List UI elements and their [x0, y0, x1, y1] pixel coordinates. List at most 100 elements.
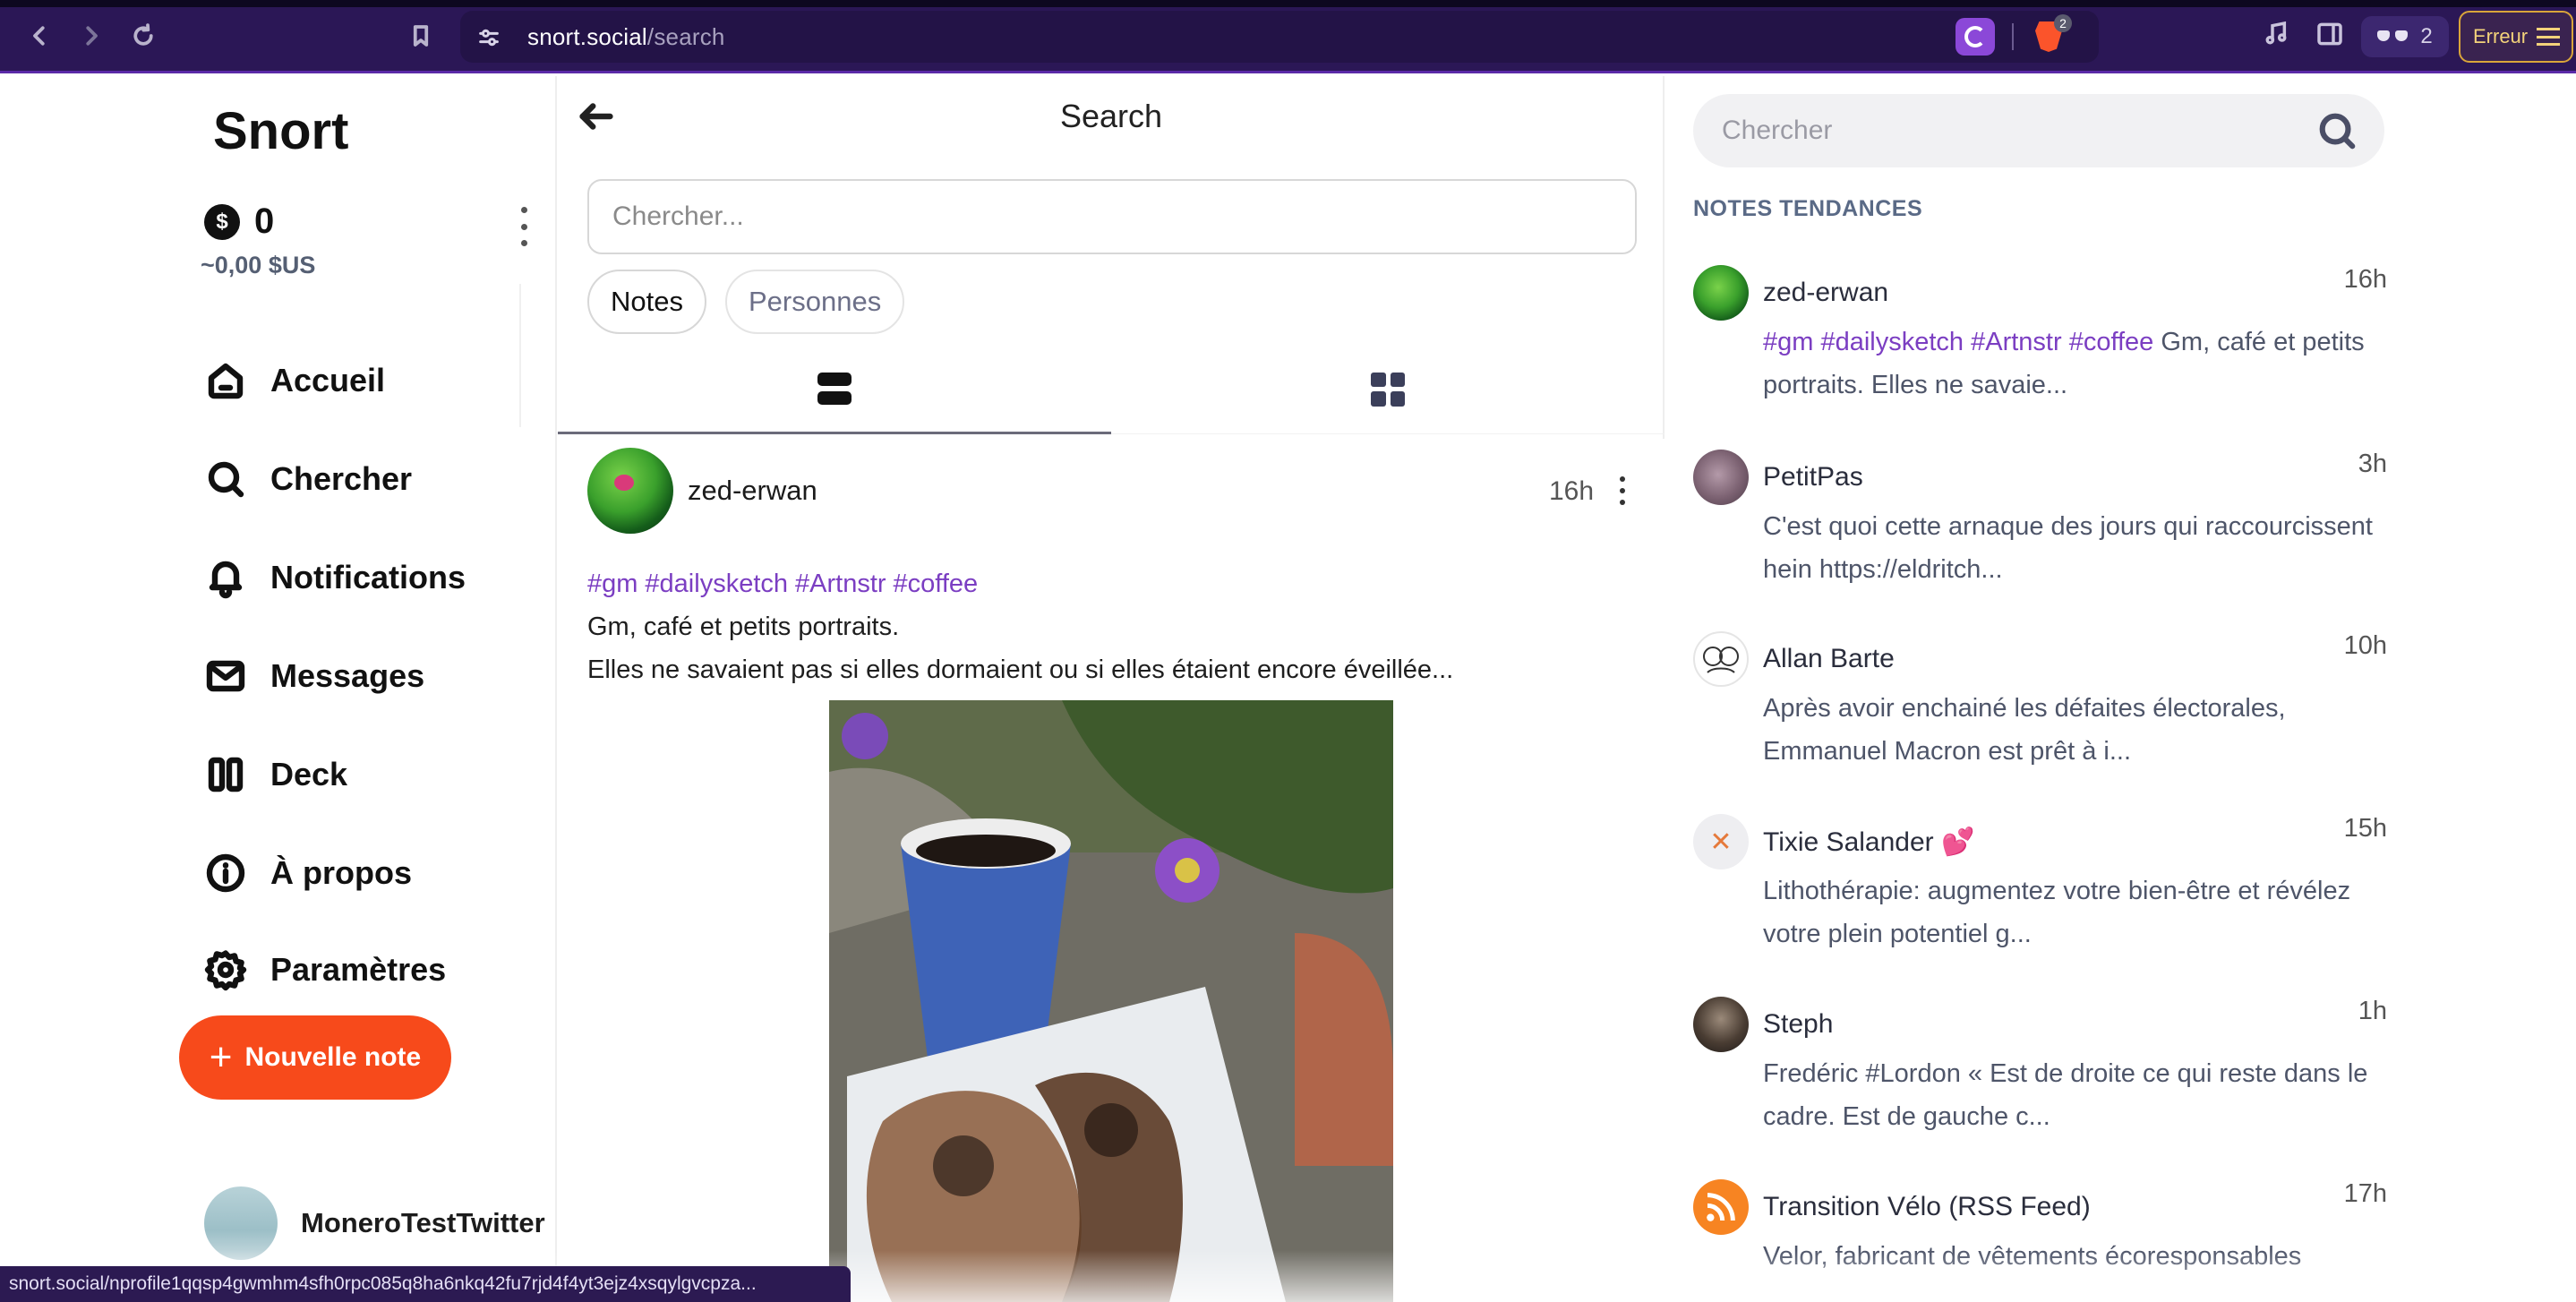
sidebar-item-settings[interactable]: Paramètres [204, 943, 446, 997]
sidebar-item-label: Notifications [270, 559, 466, 595]
post-author-name[interactable]: zed-erwan [688, 475, 817, 507]
link-status-bar: snort.social/nprofile1qqsp4gwmhm4sfh0rpc… [0, 1266, 851, 1302]
hashtag-link[interactable]: #gm #dailysketch #Artnstr #coffee [1763, 328, 2153, 356]
profile-link[interactable]: MoneroTestTwitter [204, 1186, 545, 1260]
trending-time: 10h [2343, 631, 2387, 660]
list-view-icon [817, 372, 852, 405]
hashtag-link[interactable]: #gm [587, 570, 638, 598]
trending-note[interactable]: zed-erwan 16h #gm #dailysketch #Artnstr … [1693, 265, 2387, 426]
sidebar-item-notifications[interactable]: Notifications [204, 551, 466, 604]
trending-time: 3h [2358, 450, 2387, 478]
trending-text: #gm #dailysketch #Artnstr #coffee Gm, ca… [1763, 328, 2365, 399]
sidebar-search-input[interactable] [1693, 94, 2384, 167]
error-menu-button[interactable]: Erreur [2459, 11, 2573, 63]
hamburger-icon [2537, 28, 2561, 46]
trending-author[interactable]: zed-erwan [1763, 278, 1888, 308]
forward-button[interactable] [75, 20, 107, 52]
trending-author[interactable]: Transition Vélo (RSS Feed) [1763, 1192, 2091, 1222]
tor-extension-icon[interactable] [1956, 18, 1995, 56]
trending-note[interactable]: ✕ Tixie Salander 💕 15h Lithothérapie: au… [1693, 814, 2387, 975]
search-icon[interactable] [2316, 110, 2359, 153]
coffee-sketch-photo [829, 700, 1393, 1302]
trending-author[interactable]: Steph [1763, 1009, 1833, 1040]
sidebar-item-about[interactable]: À propos [204, 846, 412, 900]
private-count: 2 [2420, 24, 2433, 48]
wallet-more-button[interactable] [515, 207, 533, 246]
avatar[interactable] [587, 448, 673, 534]
bookmark-icon [413, 25, 429, 47]
balance-amount: 0 [254, 201, 275, 241]
trending-author[interactable]: Allan Barte [1763, 644, 1895, 674]
site-settings-icon[interactable] [476, 25, 501, 55]
search-column: Search Notes Personnes zed-erwan 16h #gm… [558, 76, 1665, 1302]
url-text[interactable]: snort.social/search [527, 23, 725, 51]
close-icon: ✕ [1709, 827, 1733, 857]
address-bar[interactable]: snort.social/search [460, 11, 2099, 63]
sidebar-item-label: Paramètres [270, 951, 447, 988]
avatar[interactable] [1693, 631, 1749, 687]
cartoon-avatar [1703, 647, 1739, 673]
sidebar-item-label: Accueil [270, 362, 386, 398]
sidebar-item-home[interactable]: Accueil [204, 354, 385, 407]
hashtag-link[interactable]: #dailysketch [645, 570, 788, 598]
sidebar-panel-icon [2317, 22, 2342, 46]
post-hashtags: #gm #dailysketch #Artnstr #coffee [587, 562, 1644, 605]
trending-note[interactable]: Steph 1h Fredéric #Lordon « Est de droit… [1693, 997, 2387, 1158]
trending-text: Velor, fabricant de vêtements écorespons… [1763, 1242, 2302, 1271]
avatar[interactable] [1693, 450, 1749, 505]
trending-text: Lithothérapie: augmentez votre bien-être… [1763, 877, 2351, 948]
reload-button[interactable] [127, 20, 159, 52]
window-top-edge [0, 0, 2576, 7]
search-icon [208, 461, 244, 498]
new-note-button[interactable]: + Nouvelle note [179, 1015, 451, 1100]
trending-note[interactable]: PetitPas 3h C'est quoi cette arnaque des… [1693, 450, 2387, 611]
profile-name: MoneroTestTwitter [301, 1207, 545, 1238]
trending-author[interactable]: Tixie Salander 💕 [1763, 827, 1974, 858]
trending-text: Après avoir enchainé les défaites électo… [1763, 694, 2286, 766]
avatar[interactable]: ✕ [1693, 814, 1749, 869]
back-button[interactable] [23, 20, 56, 52]
chevron-left-icon [33, 26, 45, 46]
private-window-button[interactable]: 2 [2361, 16, 2449, 57]
hashtag-link[interactable]: #Artnstr [795, 570, 886, 598]
post-text-line: Elles ne savaient pas si elles dormaient… [587, 655, 1454, 684]
app-logo[interactable]: Snort [213, 101, 348, 161]
trending-header: NOTES TENDANCES [1693, 196, 1923, 221]
rss-icon [1707, 1193, 1735, 1221]
columns-icon [208, 757, 244, 792]
avatar[interactable] [1693, 265, 1749, 321]
tab-grid-view[interactable] [1111, 345, 1665, 434]
sidebar-item-deck[interactable]: Deck [204, 748, 347, 801]
music-note-icon [2265, 21, 2287, 45]
post-more-button[interactable] [1617, 476, 1628, 505]
avatar[interactable] [1693, 1179, 1749, 1235]
bookmark-button[interactable] [405, 20, 437, 52]
left-sidebar: Snort $ 0 ~0,00 $US Accueil Chercher Not… [0, 76, 557, 1302]
sidebar-item-label: Deck [270, 756, 348, 792]
post-text-line: Gm, café et petits portraits. [587, 612, 900, 641]
wallet-balance[interactable]: $ 0 [204, 201, 274, 242]
filter-notes-button[interactable]: Notes [587, 270, 706, 334]
trending-text: C'est quoi cette arnaque des jours qui r… [1763, 512, 2373, 584]
post-author[interactable]: zed-erwan [587, 448, 817, 534]
post-timestamp[interactable]: 16h [1549, 476, 1594, 507]
mail-icon [206, 660, 245, 692]
trending-time: 1h [2358, 997, 2387, 1025]
filter-people-button[interactable]: Personnes [725, 270, 905, 334]
media-button[interactable] [2262, 20, 2290, 53]
trending-note[interactable]: Allan Barte 10h Après avoir enchainé les… [1693, 631, 2387, 792]
trending-author[interactable]: PetitPas [1763, 462, 1863, 493]
sidebar-toggle-button[interactable] [2315, 20, 2344, 53]
brave-shields-icon[interactable]: 2 [2031, 14, 2072, 56]
sidebar-item-search[interactable]: Chercher [204, 452, 412, 506]
post-image[interactable] [829, 700, 1393, 1302]
search-input[interactable] [587, 179, 1637, 254]
tab-list-view[interactable] [558, 345, 1111, 434]
shields-badge: 2 [2054, 14, 2072, 32]
sidebar-item-messages[interactable]: Messages [204, 649, 424, 703]
trending-note[interactable]: Transition Vélo (RSS Feed) 17h Velor, fa… [1693, 1179, 2387, 1302]
hashtag-link[interactable]: #coffee [894, 570, 979, 598]
home-icon [208, 363, 244, 399]
avatar[interactable] [1693, 997, 1749, 1052]
sidebar-divider [519, 284, 521, 427]
